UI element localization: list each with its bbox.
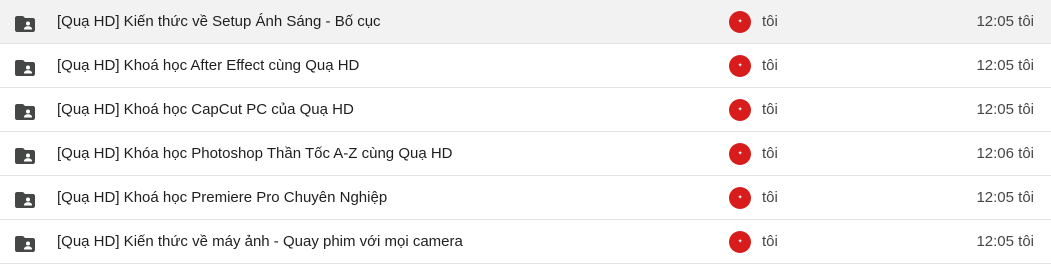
owner-label: tôi: [762, 101, 778, 118]
modified-label: 12:06 tôi: [976, 145, 1034, 162]
owner-avatar-icon: ✦: [729, 143, 751, 165]
folder-name[interactable]: [Quạ HD] Kiến thức về máy ảnh - Quay phi…: [57, 233, 463, 251]
modified-label: 12:05 tôi: [976, 233, 1034, 250]
owner-label: tôi: [762, 13, 778, 30]
owner-avatar-icon: ✦: [729, 187, 751, 209]
folder-row[interactable]: [Quạ HD] Khoá học CapCut PC của Quạ HD ✦…: [0, 88, 1051, 132]
folder-row[interactable]: [Quạ HD] Kiến thức về Setup Ánh Sáng - B…: [0, 0, 1051, 44]
shared-folder-icon: [15, 236, 35, 252]
owner-avatar-icon: ✦: [729, 55, 751, 77]
folder-row[interactable]: [Quạ HD] Khoá học Premiere Pro Chuyên Ng…: [0, 176, 1051, 220]
modified-label: 12:05 tôi: [976, 57, 1034, 74]
file-list: [Quạ HD] Kiến thức về Setup Ánh Sáng - B…: [0, 0, 1051, 276]
shared-folder-icon: [15, 104, 35, 120]
shared-folder-icon: [15, 148, 35, 164]
modified-label: 12:05 tôi: [976, 13, 1034, 30]
modified-label: 12:05 tôi: [976, 189, 1034, 206]
owner-avatar-icon: ✦: [729, 99, 751, 121]
folder-name[interactable]: [Quạ HD] Khoá học After Effect cùng Quạ …: [57, 57, 359, 75]
owner-avatar-icon: ✦: [729, 231, 751, 253]
folder-row[interactable]: [Quạ HD] Kiến thức về máy ảnh - Quay phi…: [0, 220, 1051, 264]
owner-avatar-icon: ✦: [729, 11, 751, 33]
shared-folder-icon: [15, 16, 35, 32]
folder-row[interactable]: [Quạ HD] Khóa học Photoshop Thần Tốc A-Z…: [0, 132, 1051, 176]
folder-name[interactable]: [Quạ HD] Khoá học CapCut PC của Quạ HD: [57, 101, 354, 119]
owner-label: tôi: [762, 57, 778, 74]
folder-row[interactable]: [Quạ HD] Khoá học After Effect cùng Quạ …: [0, 44, 1051, 88]
folder-name[interactable]: [Quạ HD] Khoá học Premiere Pro Chuyên Ng…: [57, 189, 387, 207]
owner-label: tôi: [762, 145, 778, 162]
modified-label: 12:05 tôi: [976, 101, 1034, 118]
owner-label: tôi: [762, 233, 778, 250]
folder-name[interactable]: [Quạ HD] Kiến thức về Setup Ánh Sáng - B…: [57, 13, 381, 31]
shared-folder-icon: [15, 60, 35, 76]
owner-label: tôi: [762, 189, 778, 206]
shared-folder-icon: [15, 192, 35, 208]
folder-name[interactable]: [Quạ HD] Khóa học Photoshop Thần Tốc A-Z…: [57, 145, 453, 163]
